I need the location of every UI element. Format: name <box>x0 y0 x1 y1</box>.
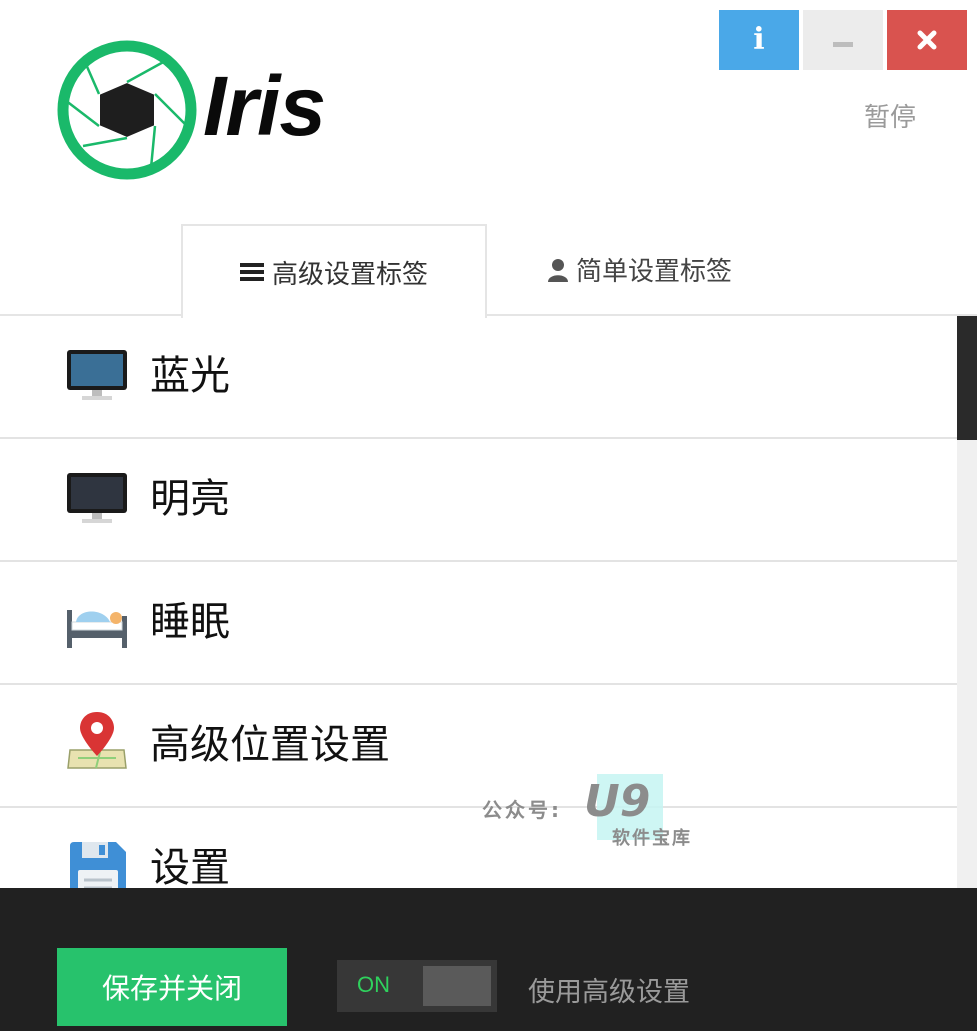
bed-icon <box>67 610 127 648</box>
save-and-close-button[interactable]: 保存并关闭 <box>57 948 287 1026</box>
toggle-knob <box>423 966 491 1006</box>
list-item-sleep[interactable]: 睡眠 <box>0 562 957 685</box>
floppy-disk-icon <box>70 842 126 888</box>
minimize-icon <box>833 41 853 47</box>
advanced-settings-toggle[interactable]: ON <box>337 960 497 1012</box>
user-icon <box>547 258 568 282</box>
close-button[interactable] <box>887 10 967 70</box>
scrollbar-thumb[interactable] <box>957 316 977 440</box>
pause-button[interactable]: 暂停 <box>840 97 940 134</box>
item-label: 睡眠 <box>150 599 230 645</box>
minimize-button[interactable] <box>803 10 883 70</box>
info-button[interactable]: i <box>719 10 799 70</box>
info-icon: i <box>753 22 765 57</box>
list-item-settings[interactable]: 设置 <box>0 808 957 888</box>
monitor-dark-icon <box>67 473 127 523</box>
tab-label: 简单设置标签 <box>575 257 732 287</box>
logo-text: Iris <box>203 59 326 153</box>
map-pin-icon <box>67 712 127 769</box>
watermark-prefix: 公众号: <box>482 798 562 822</box>
footer-bar: 保存并关闭 ON 使用高级设置 <box>0 888 977 1031</box>
use-advanced-settings-label: 使用高级设置 <box>528 977 690 1008</box>
list-item-advanced-location[interactable]: 高级位置设置 <box>0 685 957 808</box>
watermark-brand: U9 <box>584 776 651 827</box>
list-item-blue-light[interactable]: 蓝光 <box>0 316 957 439</box>
settings-list: 蓝光 明亮 睡眠 高级位置设置 设置 <box>0 316 957 888</box>
item-label: 蓝光 <box>150 353 230 399</box>
scrollbar[interactable] <box>957 316 977 888</box>
item-label: 明亮 <box>150 476 230 522</box>
aperture-icon <box>57 40 197 180</box>
list-item-brightness[interactable]: 明亮 <box>0 439 957 562</box>
tab-advanced-settings[interactable]: 高级设置标签 <box>181 224 487 318</box>
menu-icon <box>239 262 264 282</box>
tab-simple-settings[interactable]: 简单设置标签 <box>490 224 790 315</box>
monitor-blue-icon <box>67 350 127 400</box>
toggle-state-label: ON <box>357 972 390 997</box>
tab-label: 高级设置标签 <box>271 259 428 290</box>
iris-logo: Iris <box>55 38 355 183</box>
close-icon <box>917 30 937 50</box>
watermark-sub: 软件宝库 <box>612 828 692 849</box>
item-label: 高级位置设置 <box>150 722 390 768</box>
item-label: 设置 <box>150 845 230 888</box>
